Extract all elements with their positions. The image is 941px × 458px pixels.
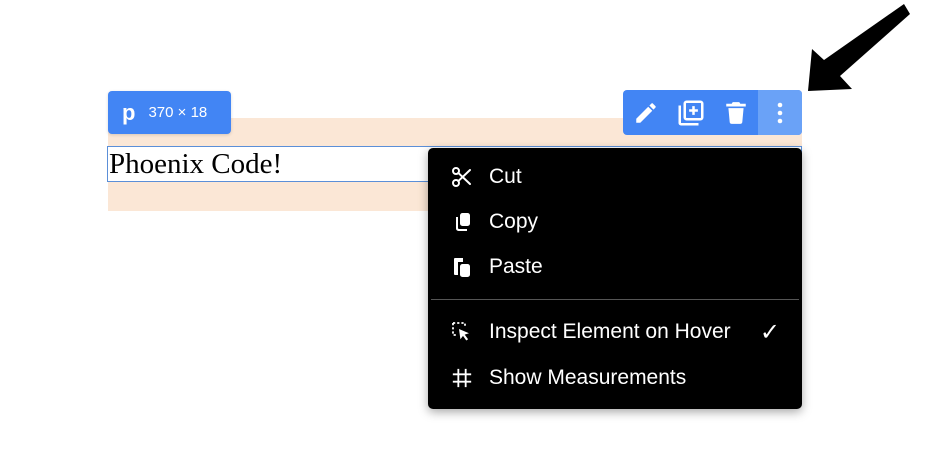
pencil-icon bbox=[635, 102, 656, 123]
delete-button[interactable] bbox=[713, 90, 758, 135]
menu-item-cut[interactable]: Cut bbox=[428, 157, 802, 197]
checkmark-icon: ✓ bbox=[759, 318, 780, 346]
element-tag-name: p bbox=[122, 99, 136, 125]
more-vertical-icon bbox=[777, 102, 783, 123]
trash-icon bbox=[725, 101, 746, 124]
menu-item-paste[interactable]: Paste bbox=[428, 247, 802, 287]
copy-icon bbox=[450, 210, 474, 234]
menu-item-label: Inspect Element on Hover bbox=[489, 320, 731, 343]
inspect-cursor-icon bbox=[450, 320, 474, 344]
menu-divider bbox=[431, 299, 799, 300]
menu-item-inspect-on-hover[interactable]: Inspect Element on Hover ✓ bbox=[428, 312, 802, 352]
menu-item-copy[interactable]: Copy bbox=[428, 202, 802, 242]
edit-button[interactable] bbox=[623, 90, 668, 135]
duplicate-button[interactable] bbox=[668, 90, 713, 135]
more-options-button[interactable] bbox=[758, 90, 802, 135]
menu-item-label: Show Measurements bbox=[489, 366, 687, 389]
menu-item-label: Cut bbox=[489, 165, 522, 188]
menu-item-label: Copy bbox=[489, 210, 539, 233]
element-info-tag: p 370 × 18 bbox=[108, 91, 231, 134]
scissors-icon bbox=[450, 165, 474, 189]
element-toolbar bbox=[623, 90, 802, 135]
duplicate-icon bbox=[678, 100, 703, 125]
element-text[interactable]: Phoenix Code! bbox=[109, 147, 282, 181]
menu-item-label: Paste bbox=[489, 255, 543, 278]
paste-icon bbox=[450, 255, 474, 279]
grid-icon bbox=[450, 366, 474, 390]
element-dimensions: 370 × 18 bbox=[148, 104, 208, 121]
context-menu: Cut Copy Paste Inspect Element on Hover … bbox=[428, 148, 802, 409]
pointer-arrow-icon bbox=[808, 4, 910, 91]
menu-item-show-measurements[interactable]: Show Measurements bbox=[428, 358, 802, 398]
live-preview-stage: Phoenix Code! p 370 × 18 Cut Copy Paste … bbox=[0, 0, 941, 458]
